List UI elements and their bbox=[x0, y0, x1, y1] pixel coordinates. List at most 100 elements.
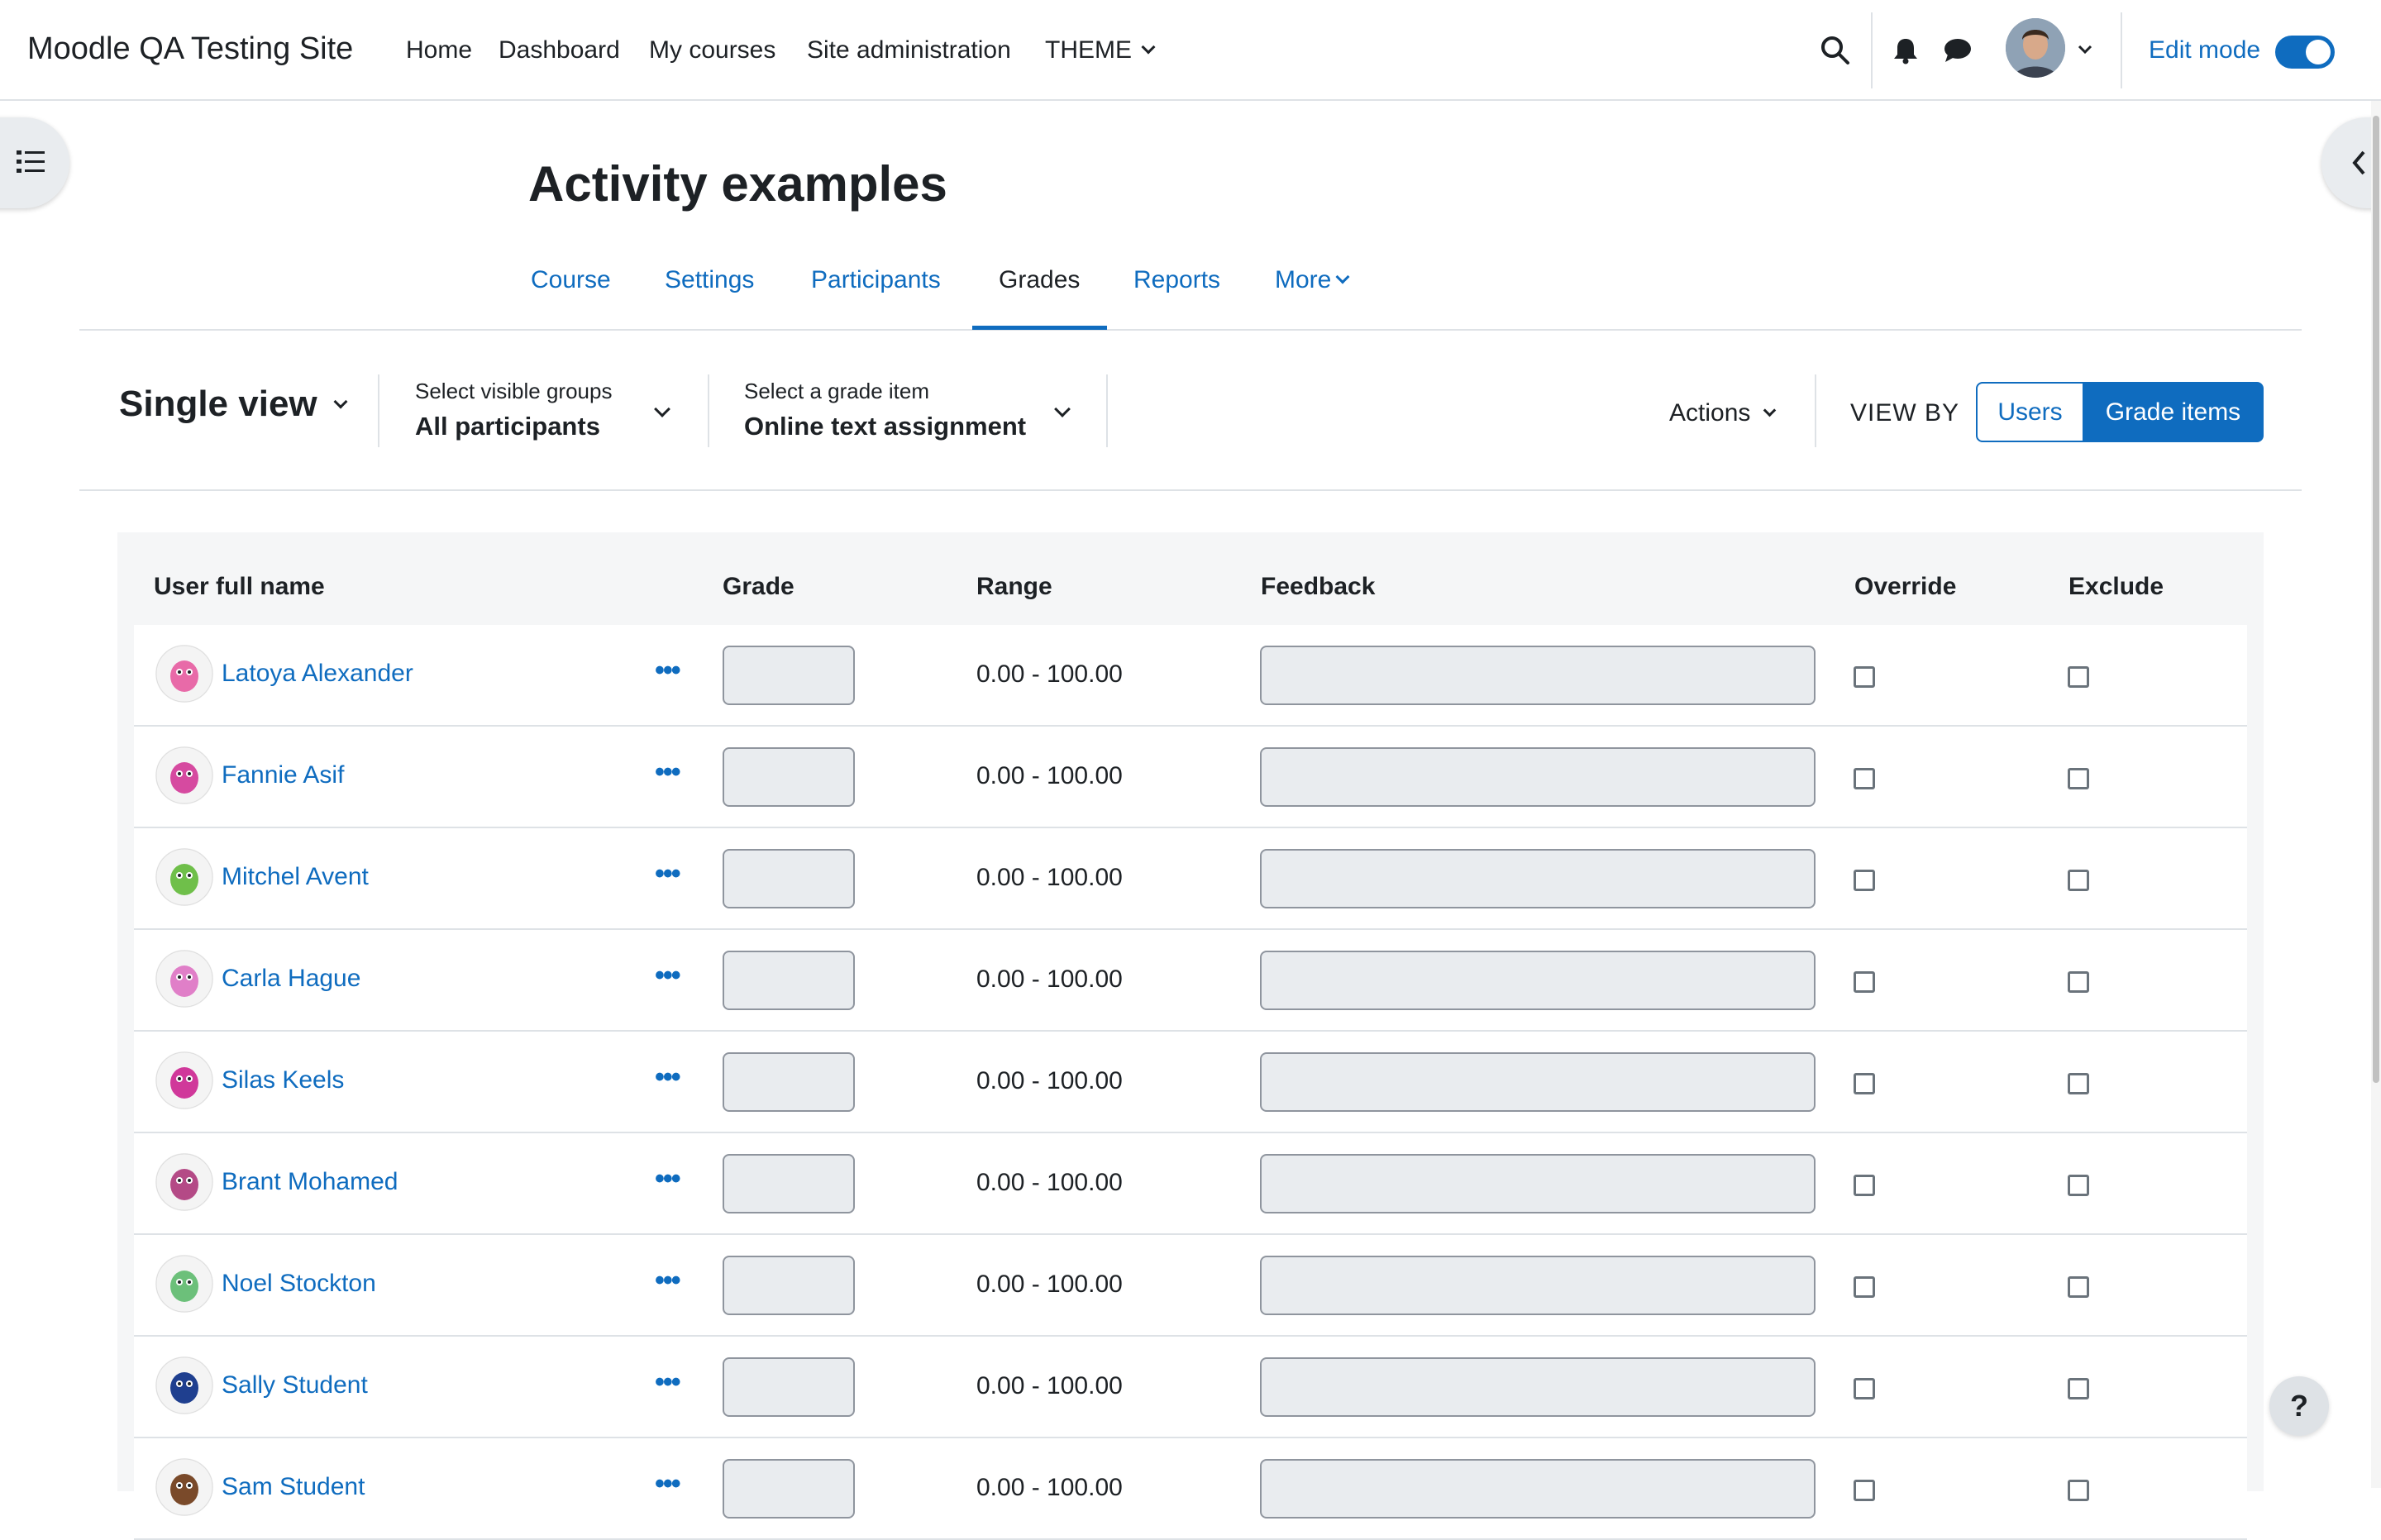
feedback-input[interactable] bbox=[1260, 1256, 1816, 1315]
table-row: Carla Hague ••• 0.00 - 100.00 bbox=[134, 930, 2247, 1032]
grade-range: 0.00 - 100.00 bbox=[976, 660, 1123, 688]
column-header-user-full-name[interactable]: User full name bbox=[154, 573, 325, 601]
feedback-input[interactable] bbox=[1260, 747, 1816, 807]
override-checkbox[interactable] bbox=[1854, 971, 1875, 993]
tab-course[interactable]: Course bbox=[531, 266, 611, 294]
user-name-link[interactable]: Mitchel Avent bbox=[222, 863, 369, 891]
chevron-down-icon bbox=[1763, 403, 1777, 417]
override-checkbox[interactable] bbox=[1854, 1073, 1875, 1094]
grade-input[interactable] bbox=[723, 951, 855, 1010]
user-actions-menu-button[interactable]: ••• bbox=[655, 1366, 681, 1399]
feedback-input[interactable] bbox=[1260, 1052, 1816, 1112]
grade-input[interactable] bbox=[723, 747, 855, 807]
edit-mode-toggle[interactable] bbox=[2275, 36, 2335, 69]
exclude-checkbox[interactable] bbox=[2068, 1276, 2089, 1298]
table-row: Noel Stockton ••• 0.00 - 100.00 bbox=[134, 1235, 2247, 1337]
user-avatar bbox=[155, 1153, 213, 1211]
user-actions-menu-button[interactable]: ••• bbox=[655, 960, 681, 992]
table-row: Sam Student ••• 0.00 - 100.00 bbox=[134, 1438, 2247, 1540]
user-name-link[interactable]: Brant Mohamed bbox=[222, 1168, 398, 1196]
view-by-users-button[interactable]: Users bbox=[1976, 382, 2084, 442]
exclude-checkbox[interactable] bbox=[2068, 768, 2089, 789]
override-checkbox[interactable] bbox=[1854, 1276, 1875, 1298]
tab-participants[interactable]: Participants bbox=[811, 266, 941, 294]
user-actions-menu-button[interactable]: ••• bbox=[655, 1163, 681, 1195]
actions-dropdown[interactable]: Actions bbox=[1669, 399, 1777, 427]
grade-input[interactable] bbox=[723, 1154, 855, 1213]
user-avatar[interactable] bbox=[2006, 18, 2065, 78]
exclude-checkbox[interactable] bbox=[2068, 971, 2089, 993]
site-name-link[interactable]: Moodle QA Testing Site bbox=[27, 31, 353, 67]
feedback-input[interactable] bbox=[1260, 1154, 1816, 1213]
user-name-link[interactable]: Noel Stockton bbox=[222, 1270, 376, 1298]
grade-item-selector-value: Online text assignment bbox=[744, 412, 1027, 441]
override-checkbox[interactable] bbox=[1854, 768, 1875, 789]
override-checkbox[interactable] bbox=[1854, 870, 1875, 891]
user-name-link[interactable]: Carla Hague bbox=[222, 965, 360, 993]
grade-item-selector-label: Select a grade item bbox=[744, 379, 930, 403]
nav-theme-dropdown[interactable]: THEME bbox=[1045, 36, 1156, 64]
tab-settings[interactable]: Settings bbox=[665, 266, 754, 294]
user-name-link[interactable]: Fannie Asif bbox=[222, 761, 344, 789]
grade-input[interactable] bbox=[723, 1256, 855, 1315]
chevron-down-icon bbox=[1054, 401, 1071, 417]
user-actions-menu-button[interactable]: ••• bbox=[655, 1468, 681, 1500]
exclude-checkbox[interactable] bbox=[2068, 666, 2089, 688]
grade-range: 0.00 - 100.00 bbox=[976, 864, 1123, 891]
toolbar-divider bbox=[1106, 374, 1108, 447]
view-by-grade-items-button[interactable]: Grade items bbox=[2083, 382, 2264, 442]
tab-grades[interactable]: Grades bbox=[999, 266, 1080, 294]
exclude-checkbox[interactable] bbox=[2068, 1073, 2089, 1094]
feedback-input[interactable] bbox=[1260, 1459, 1816, 1519]
search-icon[interactable] bbox=[1820, 35, 1851, 66]
view-by-label: VIEW BY bbox=[1850, 399, 1960, 427]
feedback-input[interactable] bbox=[1260, 951, 1816, 1010]
group-selector-dropdown[interactable]: Select visible groups All participants bbox=[415, 379, 678, 453]
exclude-checkbox[interactable] bbox=[2068, 1175, 2089, 1196]
grade-range: 0.00 - 100.00 bbox=[976, 762, 1123, 789]
user-name-link[interactable]: Sam Student bbox=[222, 1473, 365, 1501]
feedback-input[interactable] bbox=[1260, 646, 1816, 705]
feedback-input[interactable] bbox=[1260, 849, 1816, 908]
column-header-range: Range bbox=[976, 573, 1052, 600]
nav-my-courses[interactable]: My courses bbox=[649, 36, 775, 64]
user-actions-menu-button[interactable]: ••• bbox=[655, 655, 681, 687]
exclude-checkbox[interactable] bbox=[2068, 870, 2089, 891]
user-name-link[interactable]: Sally Student bbox=[222, 1371, 368, 1399]
chat-icon[interactable] bbox=[1943, 37, 1973, 64]
grade-item-selector-dropdown[interactable]: Select a grade item Online text assignme… bbox=[744, 379, 1075, 453]
grade-input[interactable] bbox=[723, 849, 855, 908]
exclude-checkbox[interactable] bbox=[2068, 1480, 2089, 1501]
nav-home[interactable]: Home bbox=[406, 36, 472, 64]
page-scrollbar-thumb[interactable] bbox=[2373, 116, 2379, 1083]
table-row: Latoya Alexander ••• 0.00 - 100.00 bbox=[134, 625, 2247, 727]
override-checkbox[interactable] bbox=[1854, 666, 1875, 688]
nav-dashboard[interactable]: Dashboard bbox=[499, 36, 620, 64]
override-checkbox[interactable] bbox=[1854, 1378, 1875, 1399]
open-course-index-button[interactable] bbox=[0, 117, 69, 208]
override-checkbox[interactable] bbox=[1854, 1480, 1875, 1501]
user-avatar bbox=[155, 950, 213, 1008]
user-actions-menu-button[interactable]: ••• bbox=[655, 858, 681, 890]
user-actions-menu-button[interactable]: ••• bbox=[655, 756, 681, 789]
report-selector-dropdown[interactable]: Single view bbox=[119, 384, 348, 425]
help-button[interactable]: ? bbox=[2269, 1376, 2329, 1436]
chevron-down-icon[interactable] bbox=[2077, 41, 2093, 58]
nav-site-administration[interactable]: Site administration bbox=[807, 36, 1011, 64]
user-actions-menu-button[interactable]: ••• bbox=[655, 1265, 681, 1297]
grade-input[interactable] bbox=[723, 646, 855, 705]
user-name-link[interactable]: Latoya Alexander bbox=[222, 660, 413, 688]
tab-reports[interactable]: Reports bbox=[1133, 266, 1220, 294]
grade-input[interactable] bbox=[723, 1052, 855, 1112]
feedback-input[interactable] bbox=[1260, 1357, 1816, 1417]
bell-icon[interactable] bbox=[1892, 36, 1920, 64]
user-actions-menu-button[interactable]: ••• bbox=[655, 1061, 681, 1094]
tab-more[interactable]: More bbox=[1275, 266, 1350, 294]
chevron-down-icon bbox=[1141, 40, 1156, 55]
exclude-checkbox[interactable] bbox=[2068, 1378, 2089, 1399]
user-name-link[interactable]: Silas Keels bbox=[222, 1066, 344, 1094]
table-row: Silas Keels ••• 0.00 - 100.00 bbox=[134, 1032, 2247, 1133]
grade-input[interactable] bbox=[723, 1357, 855, 1417]
override-checkbox[interactable] bbox=[1854, 1175, 1875, 1196]
grade-input[interactable] bbox=[723, 1459, 855, 1519]
